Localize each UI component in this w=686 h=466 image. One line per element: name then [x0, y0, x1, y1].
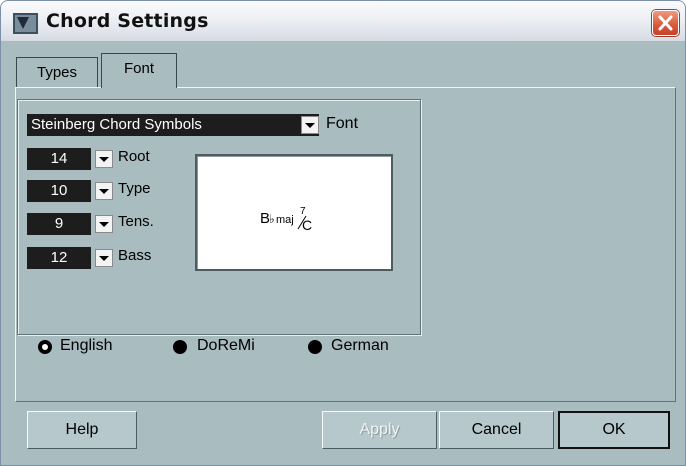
tension-size-field[interactable]: 9: [27, 213, 91, 235]
cancel-button[interactable]: Cancel: [439, 411, 554, 449]
help-button[interactable]: Help: [27, 411, 137, 449]
dialog-body: Types Font Steinberg Chord Symbols Font …: [5, 43, 683, 465]
root-size-field[interactable]: 14: [27, 148, 91, 170]
radio-english[interactable]: [38, 340, 52, 354]
chord-accidental: ♭: [269, 212, 275, 226]
chord-type: maj: [276, 214, 294, 226]
radio-german[interactable]: [308, 340, 322, 354]
title-bar[interactable]: Chord Settings: [1, 1, 685, 42]
chevron-down-icon[interactable]: [301, 116, 319, 134]
radio-german-label: German: [331, 337, 389, 354]
tension-size-label: Tens.: [118, 213, 154, 230]
tab-types[interactable]: Types: [16, 57, 98, 88]
radio-doremi-label: DoReMi: [197, 337, 255, 354]
chevron-down-icon[interactable]: [95, 182, 113, 200]
bass-size-label: Bass: [118, 247, 152, 264]
window-title: Chord Settings: [46, 10, 209, 32]
ok-button[interactable]: OK: [558, 411, 670, 449]
chord-bass: C: [302, 217, 312, 233]
radio-english-label: English: [60, 337, 113, 354]
chevron-down-icon[interactable]: [95, 150, 113, 168]
font-select[interactable]: Steinberg Chord Symbols: [27, 114, 319, 136]
font-label: Font: [326, 115, 359, 132]
chord-settings-window: Chord Settings Types Font Steinberg Chor…: [0, 0, 686, 466]
apply-button[interactable]: Apply: [322, 411, 437, 449]
type-size-label: Type: [118, 180, 151, 197]
tab-font[interactable]: Font: [101, 53, 177, 88]
chevron-down-icon[interactable]: [95, 215, 113, 233]
chord-symbol-preview: B ♭ maj 7 C: [260, 206, 312, 233]
bass-size-field[interactable]: 12: [27, 247, 91, 269]
close-button[interactable]: [652, 10, 679, 36]
type-size-field[interactable]: 10: [27, 180, 91, 202]
chevron-down-icon[interactable]: [95, 249, 113, 267]
app-icon: [13, 13, 38, 34]
radio-doremi[interactable]: [173, 340, 187, 354]
chord-tension: 7: [300, 206, 306, 217]
close-icon: [658, 15, 673, 31]
root-size-label: Root: [118, 148, 150, 165]
